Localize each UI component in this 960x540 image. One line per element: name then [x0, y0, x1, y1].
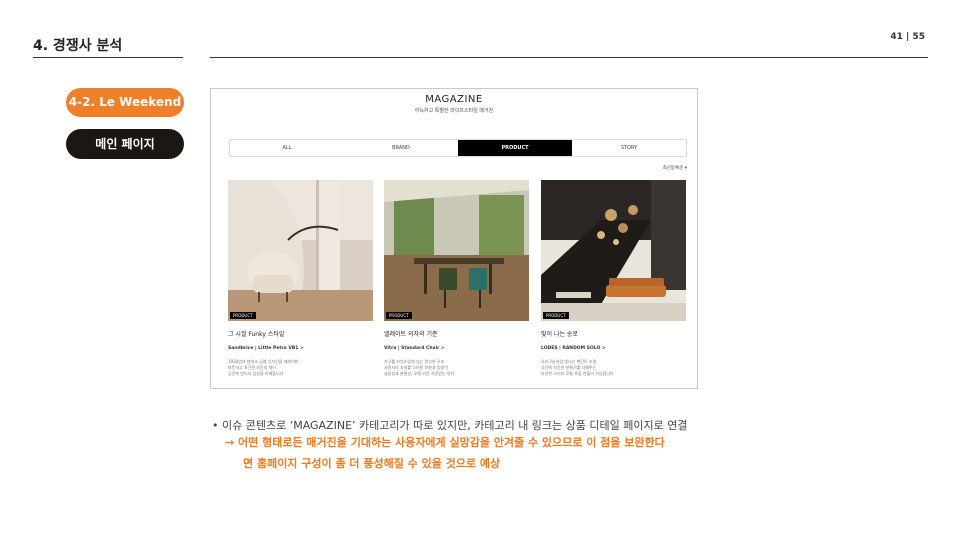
conclusion-line-2: 면 홈페이지 구성이 좀 더 풍성해질 수 있을 것으로 예상: [243, 457, 501, 470]
title-underline: [33, 57, 183, 58]
page-label-pill: 메인 페이지: [66, 129, 184, 159]
magazine-subtitle: 아늑하고 특별한 라이프스타일 매거진: [414, 108, 494, 114]
category-tabs: ALL BRAND PRODUCT STORY: [229, 139, 687, 157]
brand-label-pill: 4-2. Le Weekend: [66, 88, 184, 117]
tab-product[interactable]: PRODUCT: [458, 140, 572, 156]
product-badge: PRODUCT: [230, 312, 256, 319]
tab-story[interactable]: STORY: [572, 140, 686, 156]
magazine-card[interactable]: PRODUCT 그 시절 Funky 스타일 Sandbrice | Littl…: [228, 180, 373, 377]
product-badge: PRODUCT: [386, 312, 412, 319]
card-description: 유리구슬처럼 빛나는 펜던트 조명 공간에 따뜻한 분위기를 더해주는 다양한 …: [541, 359, 614, 376]
card-title[interactable]: 그 시절 Funky 스타일: [228, 329, 373, 338]
tab-all[interactable]: ALL: [230, 140, 344, 156]
magazine-title: MAGAZINE: [425, 94, 483, 105]
conclusion-line-1: → 어떤 형태로든 매거진을 기대하는 사용자에게 실망감을 안겨줄 수 있으므…: [225, 436, 665, 449]
section-title: 4. 경쟁사 분석: [33, 38, 123, 54]
sort-dropdown[interactable]: 최신등록순 ▾: [631, 165, 687, 171]
magazine-card[interactable]: PRODUCT 빛이 나는 송로 LODES | RANDOM SOLO > 유…: [541, 180, 686, 377]
card-product-link[interactable]: Vitra | Standard Chair >: [384, 346, 529, 351]
tab-brand[interactable]: BRAND: [344, 140, 458, 156]
header-divider: [210, 57, 928, 58]
website-screenshot: MAGAZINE 아늑하고 특별한 라이프스타일 매거진 ALL BRAND P…: [210, 88, 698, 389]
card-description: 가구를 자연스럽게 잇는 견고한 구조 사용자의 자세를 고려한 좌판과 등받이…: [384, 359, 455, 376]
card-product-link[interactable]: LODES | RANDOM SOLO >: [541, 346, 686, 351]
card-title[interactable]: 빛이 나는 송로: [541, 329, 686, 338]
analysis-bullet: • 이슈 콘텐츠로 ‘MAGAZINE’ 카테고리가 따로 있지만, 카테고리 …: [212, 419, 688, 432]
card-product-link[interactable]: Sandbrice | Little Petra VB1 >: [228, 346, 373, 351]
page-number: 41 | 55: [890, 32, 925, 42]
card-image-chairs[interactable]: PRODUCT: [384, 180, 529, 321]
card-image-lighting[interactable]: PRODUCT: [541, 180, 686, 321]
card-image-armchair[interactable]: PRODUCT: [228, 180, 373, 321]
card-description: 1930년대 덴마크 공예 디자인을 재해석한 따뜻하고 포근한 라운지 체어 …: [228, 359, 299, 376]
product-badge: PRODUCT: [543, 312, 569, 319]
magazine-card[interactable]: PRODUCT 엘레이트 의자의 기준 Vitra | Standard Cha…: [384, 180, 529, 377]
card-title[interactable]: 엘레이트 의자의 기준: [384, 329, 529, 338]
